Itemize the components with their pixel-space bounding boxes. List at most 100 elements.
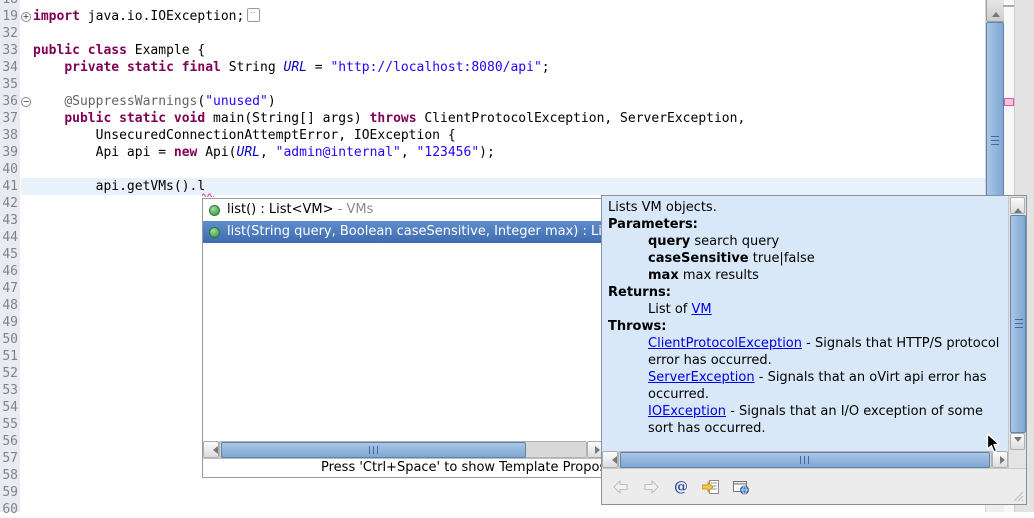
code-line: 38 UnsecuredConnectionAttemptError, IOEx… xyxy=(0,127,456,144)
line-number: 46 xyxy=(0,263,20,280)
line-number: 57 xyxy=(0,450,20,467)
javadoc-link[interactable]: IOException xyxy=(648,404,726,419)
back-arrow-icon xyxy=(613,480,629,494)
code-text: public static void main(String[] args) t… xyxy=(33,111,745,126)
fold-collapse-marker[interactable]: − xyxy=(20,93,33,110)
scroll-down-button[interactable] xyxy=(1010,433,1025,450)
thumb-grip xyxy=(369,446,378,454)
code-segment: @SuppressWarnings xyxy=(64,94,197,109)
line-number: 44 xyxy=(0,229,20,246)
code-segment: Api( xyxy=(197,145,236,160)
code-segment: Api api = xyxy=(33,145,174,160)
fold-column xyxy=(20,399,33,416)
forward-arrow-icon xyxy=(643,480,659,494)
javadoc-entry: query search query xyxy=(608,233,1006,250)
code-line: 53 xyxy=(0,382,33,399)
code-line: 56 xyxy=(0,433,33,450)
open-declaration-button[interactable] xyxy=(702,478,720,496)
javadoc-toolbar: @ xyxy=(602,468,1026,504)
line-number: 18 xyxy=(0,0,20,8)
proposal-list[interactable]: list() : List<VM> - VMslist(String query… xyxy=(203,199,603,243)
scroll-up-button[interactable] xyxy=(986,0,1005,22)
resize-grip[interactable] xyxy=(1010,488,1024,502)
code-line: 35 xyxy=(0,76,33,93)
fold-column xyxy=(20,280,33,297)
line-number: 40 xyxy=(0,161,20,178)
code-segment: "admin@internal" xyxy=(276,145,401,160)
error-squiggle xyxy=(202,192,214,197)
code-text: public class Example { xyxy=(33,43,205,58)
fold-column xyxy=(20,229,33,246)
completion-proposal[interactable]: list() : List<VM> - VMs xyxy=(203,199,603,221)
code-segment: class xyxy=(88,43,127,58)
code-segment: new xyxy=(174,145,197,160)
fold-column xyxy=(20,42,33,59)
code-line: 49 xyxy=(0,314,33,331)
code-line: 19+import java.io.IOException; xyxy=(0,8,260,25)
show-attached-javadoc-button[interactable]: @ xyxy=(672,478,690,496)
fold-column xyxy=(20,331,33,348)
code-line: 39 Api api = new Api(URL, "admin@interna… xyxy=(0,144,495,161)
scroll-up-button[interactable] xyxy=(1010,197,1025,214)
line-number: 58 xyxy=(0,467,20,484)
line-number: 42 xyxy=(0,195,20,212)
code-line: 46 xyxy=(0,263,33,280)
scrollbar-thumb[interactable] xyxy=(221,442,526,458)
fold-column xyxy=(20,76,33,93)
proposal-label: list() : List<VM> xyxy=(227,199,334,221)
popup-horizontal-scrollbar[interactable] xyxy=(203,441,603,458)
fold-expand-marker[interactable]: + xyxy=(20,8,33,25)
fold-column xyxy=(20,110,33,127)
code-line: 33public class Example { xyxy=(0,42,205,59)
line-number: 47 xyxy=(0,280,20,297)
code-segment: public xyxy=(64,111,111,126)
line-number: 59 xyxy=(0,484,20,501)
occurrence-marker[interactable] xyxy=(1004,98,1014,106)
parameter-name: query xyxy=(648,234,690,249)
code-segment: URL xyxy=(284,60,307,75)
code-line: 42 xyxy=(0,195,33,212)
line-number: 41 xyxy=(0,178,20,195)
line-number: 53 xyxy=(0,382,20,399)
fold-column xyxy=(20,59,33,76)
line-number: 35 xyxy=(0,76,20,93)
fold-column xyxy=(20,195,33,212)
code-line: 41 api.getVMs().l xyxy=(0,178,205,195)
code-line: 18 xyxy=(0,0,33,8)
fold-column xyxy=(20,433,33,450)
javadoc-link[interactable]: ClientProtocolException xyxy=(648,336,802,351)
scrollbar-thumb[interactable] xyxy=(1010,215,1026,433)
code-segment xyxy=(33,111,64,126)
code-segment: URL xyxy=(237,145,260,160)
scrollbar-thumb[interactable] xyxy=(620,452,990,468)
scrollbar-track[interactable] xyxy=(618,451,992,468)
proposal-list-empty-area xyxy=(203,243,603,441)
javadoc-link[interactable]: VM xyxy=(692,302,712,317)
code-text: UnsecuredConnectionAttemptError, IOExcep… xyxy=(33,128,456,143)
code-segment: void xyxy=(174,111,205,126)
code-line: 40 xyxy=(0,161,33,178)
fold-column xyxy=(20,416,33,433)
scroll-left-button[interactable] xyxy=(602,451,618,468)
fold-column xyxy=(20,501,33,518)
code-line: 51 xyxy=(0,348,33,365)
back-button[interactable] xyxy=(612,478,630,496)
folded-code-box[interactable] xyxy=(247,8,260,22)
code-line: 32 xyxy=(0,25,33,42)
code-segment: main(String[] args) xyxy=(205,111,369,126)
javadoc-vertical-scrollbar[interactable] xyxy=(1008,196,1026,451)
open-in-browser-button[interactable] xyxy=(732,478,750,496)
forward-button[interactable] xyxy=(642,478,660,496)
code-line: 55 xyxy=(0,416,33,433)
fold-column xyxy=(20,314,33,331)
fold-column xyxy=(20,450,33,467)
scrollbar-track[interactable] xyxy=(219,441,587,458)
thumb-grip xyxy=(800,456,809,464)
javadoc-description: Lists VM objects. xyxy=(608,199,1006,216)
javadoc-section-heading: Returns: xyxy=(608,284,1006,301)
javadoc-horizontal-scrollbar[interactable] xyxy=(602,451,1026,468)
code-line: 60 xyxy=(0,501,33,518)
javadoc-link[interactable]: ServerException xyxy=(648,370,755,385)
completion-proposal[interactable]: list(String query, Boolean caseSensitive… xyxy=(203,221,603,243)
scroll-left-button[interactable] xyxy=(203,441,219,458)
